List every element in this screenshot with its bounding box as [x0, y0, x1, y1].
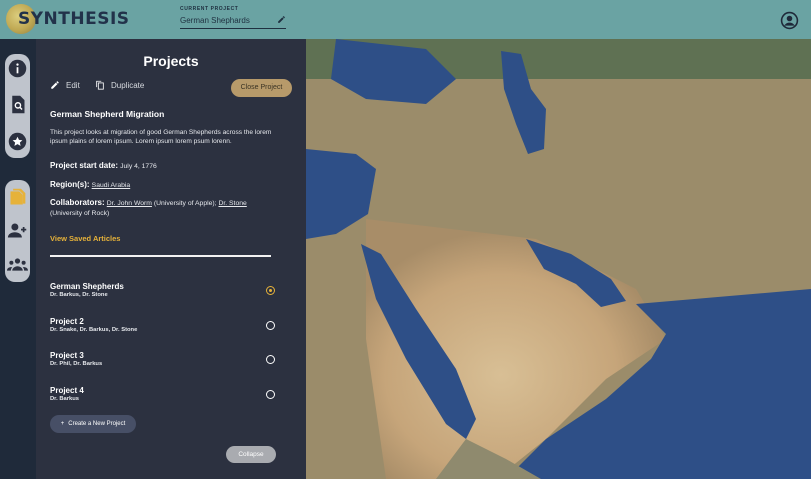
close-project-button[interactable]: Close Project	[231, 79, 292, 97]
duplicate-label: Duplicate	[111, 80, 145, 90]
project-name: Project 2	[50, 317, 84, 326]
project-people: Dr. Phil, Dr. Barkus	[50, 361, 103, 367]
satellite-map[interactable]	[306, 39, 811, 479]
create-label: Create a New Project	[68, 421, 126, 427]
projects-panel: Projects Edit Duplicate Close Project Ge…	[36, 39, 306, 479]
rail-group-projects	[5, 180, 30, 282]
start-date-value: July 4, 1776	[120, 163, 157, 170]
project-list-item[interactable]: Project 2 Dr. Snake, Dr. Barkus, Dr. Sto…	[50, 317, 275, 341]
plus-icon: +	[60, 421, 65, 427]
project-radio-selected[interactable]	[266, 286, 275, 295]
regions-label: Region(s):	[50, 180, 90, 189]
divider	[50, 255, 271, 257]
group-icon[interactable]	[7, 254, 28, 275]
create-new-project-button[interactable]: + Create a New Project	[50, 415, 136, 433]
collaborator-2-affiliation: (University of Rock)	[50, 210, 110, 217]
app-header: SYNTHESIS CURRENT PROJECT German Shephar…	[0, 0, 811, 39]
add-user-icon[interactable]	[7, 220, 28, 241]
project-description: This project looks at migration of good …	[50, 129, 272, 145]
duplicate-button[interactable]: Duplicate	[95, 80, 144, 90]
collaborator-1-affiliation: (University of Apple);	[151, 200, 219, 207]
star-icon[interactable]	[7, 131, 28, 152]
current-project-label: CURRENT PROJECT	[180, 6, 239, 12]
panel-title: Projects	[143, 53, 199, 69]
view-saved-articles-link[interactable]: View Saved Articles	[50, 234, 120, 243]
current-project: CURRENT PROJECT German Shephards	[180, 6, 286, 29]
project-list-item[interactable]: Project 3 Dr. Phil, Dr. Barkus	[50, 351, 275, 375]
rail-group-info	[5, 54, 30, 158]
files-icon[interactable]	[7, 187, 28, 208]
duplicate-icon	[96, 80, 104, 90]
regions-row: Region(s): Saudi Arabia	[50, 180, 130, 189]
project-people: Dr. Barkus, Dr. Stone	[50, 292, 108, 298]
collaborators-row: Collaborators: Dr. John Worm (University…	[50, 198, 280, 218]
logo[interactable]: SYNTHESIS	[6, 4, 129, 34]
project-radio[interactable]	[266, 355, 275, 364]
edit-button[interactable]: Edit	[50, 80, 80, 90]
project-radio[interactable]	[266, 321, 275, 330]
collapse-button[interactable]: Collapse	[226, 446, 276, 463]
map-terrain	[306, 39, 811, 479]
start-date-label: Project start date:	[50, 161, 119, 170]
current-project-value: German Shephards	[180, 16, 250, 25]
region-link-saudi-arabia[interactable]: Saudi Arabia	[92, 182, 131, 189]
collaborator-link-stone[interactable]: Dr. Stone	[218, 200, 246, 207]
project-radio[interactable]	[266, 390, 275, 399]
collaborators-label: Collaborators:	[50, 198, 105, 207]
start-date-row: Project start date: July 4, 1776	[50, 161, 157, 170]
account-icon[interactable]	[780, 11, 799, 30]
project-name: German Shepherds	[50, 282, 124, 291]
pencil-icon[interactable]	[277, 15, 286, 24]
project-list-item[interactable]: German Shepherds Dr. Barkus, Dr. Stone	[50, 282, 275, 306]
project-people: Dr. Barkus	[50, 396, 79, 402]
edit-label: Edit	[66, 80, 80, 90]
collaborator-link-john-worm[interactable]: Dr. John Worm	[107, 200, 152, 207]
pencil-icon	[51, 81, 59, 89]
document-search-icon[interactable]	[7, 94, 28, 115]
logo-text: SYNTHESIS	[18, 9, 130, 29]
project-people: Dr. Snake, Dr. Barkus, Dr. Stone	[50, 327, 138, 333]
project-name: Project 4	[50, 386, 84, 395]
info-icon[interactable]	[7, 58, 28, 79]
project-name: Project 3	[50, 351, 84, 360]
current-project-field[interactable]: German Shephards	[180, 16, 286, 29]
project-title: German Shepherd Migration	[50, 109, 165, 119]
project-list-item[interactable]: Project 4 Dr. Barkus	[50, 386, 275, 410]
